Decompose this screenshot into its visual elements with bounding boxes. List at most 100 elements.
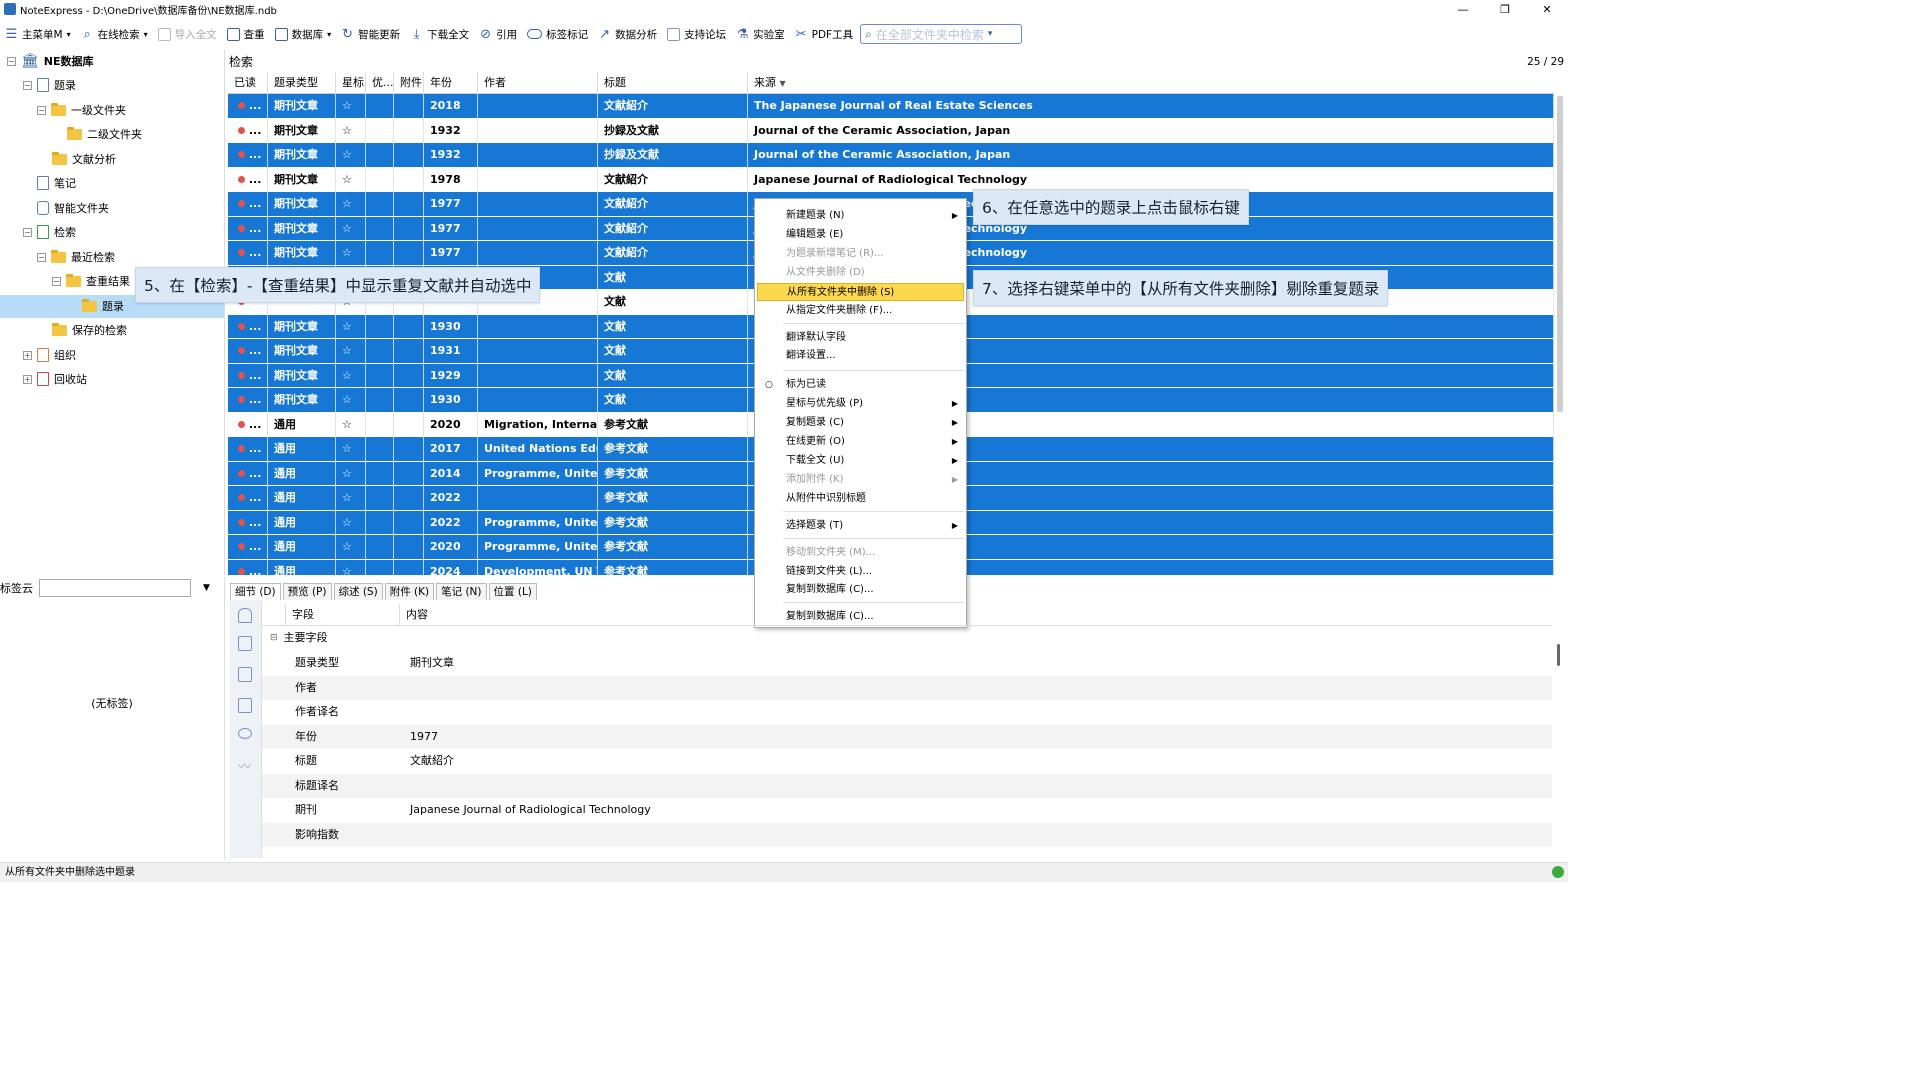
close-button[interactable]: ✕ (1526, 0, 1568, 18)
column-title[interactable]: 标题 (598, 72, 748, 94)
detail-field-row[interactable]: 作者 (262, 675, 1552, 700)
data-analysis-button[interactable]: ↗ 数据分析 (593, 23, 662, 45)
collapse-toggle[interactable]: − (23, 227, 32, 237)
database-button[interactable]: 数据库 ▾ (270, 23, 337, 45)
download-fulltext-button[interactable]: ⤓ 下载全文 (405, 23, 474, 45)
tree-item-folder-level2[interactable]: 二级文件夹 (67, 124, 142, 144)
tree-item-recent-search[interactable]: − 最近检索 (37, 247, 115, 267)
star-icon[interactable]: ☆ (342, 393, 352, 406)
star-icon[interactable]: ☆ (342, 369, 352, 382)
star-icon[interactable]: ☆ (342, 173, 352, 186)
tree-item-smart-folder[interactable]: 智能文件夹 (37, 198, 109, 218)
tab-preview[interactable]: 预览 (P) (282, 583, 332, 600)
maximize-button[interactable]: ❐ (1484, 0, 1526, 18)
star-icon[interactable]: ☆ (342, 565, 352, 576)
star-icon[interactable]: ☆ (342, 516, 352, 529)
column-type[interactable]: 题录类型 (268, 72, 336, 94)
forum-button[interactable]: 支持论坛 (662, 23, 731, 45)
detail-field-row[interactable]: 影响指数 (262, 822, 1552, 847)
column-star[interactable]: 星标 (336, 72, 366, 94)
import-fulltext-button[interactable]: 导入全文 (153, 23, 222, 45)
menu-item[interactable]: 复制题录 (C) ▶ (757, 414, 964, 432)
menu-item[interactable]: 选择题录 (T) ▶ (757, 517, 964, 535)
menu-item[interactable]: 从指定文件夹删除 (F)... (757, 302, 964, 320)
menu-item[interactable]: 移动到文件夹 (M)... (757, 544, 964, 562)
star-icon[interactable]: ☆ (342, 418, 352, 431)
column-read[interactable]: 已读 (228, 72, 268, 94)
menu-item[interactable]: 翻译设置... (757, 347, 964, 365)
pdf-tool-button[interactable]: ✂ PDF工具 (790, 23, 858, 45)
menu-item[interactable]: 新建题录 (N) ▶ (757, 207, 964, 225)
menu-item[interactable]: 链接到文件夹 (L)... (757, 563, 964, 581)
collapse-toggle[interactable]: − (37, 252, 46, 262)
tree-item-recycle-bin[interactable]: + 回收站 (23, 369, 87, 389)
expand-toggle[interactable]: + (23, 350, 32, 360)
star-icon[interactable]: ☆ (342, 344, 352, 357)
detail-field-row[interactable]: 年份 1977 (262, 724, 1552, 749)
menu-item[interactable]: ○ 标为已读 (757, 376, 964, 394)
star-icon[interactable]: ☆ (342, 99, 352, 112)
column-source[interactable]: 来源 ▼ (748, 72, 1554, 94)
table-row[interactable]: ... 期刊文章 ☆ 1978 文献紹介 Japanese Journal of Radi… (228, 167, 1554, 192)
star-icon[interactable]: ☆ (342, 467, 352, 480)
detail-group-main[interactable]: ⊟ 主要字段 (262, 626, 1552, 651)
table-row[interactable]: ... 期刊文章 ☆ 1932 抄録及文献 Journal of the Ceramic … (228, 143, 1554, 168)
cite-button[interactable]: ⊘ 引用 (474, 23, 522, 45)
chevron-down-icon[interactable]: ▼ (203, 583, 210, 593)
chevron-down-icon[interactable]: ▾ (988, 29, 993, 39)
detail-field-row[interactable]: 作者译名 (262, 700, 1552, 725)
menu-item[interactable]: 在线更新 (O) ▶ (757, 433, 964, 451)
tree-item-literature-analysis[interactable]: 文献分析 (52, 149, 116, 169)
menu-item[interactable]: 添加附件 (K) ▶ (757, 471, 964, 489)
column-author[interactable]: 作者 (478, 72, 598, 94)
menu-item[interactable]: 星标与优先级 (P) ▶ (757, 395, 964, 413)
tag-mark-button[interactable]: 标签标记 (522, 23, 593, 45)
detail-scrollbar[interactable] (1557, 644, 1560, 666)
column-year[interactable]: 年份 (424, 72, 478, 94)
star-icon[interactable]: ☆ (342, 124, 352, 137)
online-search-button[interactable]: ⌕ 在线检索 ▾ (76, 23, 153, 45)
menu-item[interactable]: 从文件夹删除 (D) (757, 264, 964, 282)
lab-button[interactable]: ⚗ 实验室 (731, 23, 790, 45)
document-icon[interactable] (238, 636, 252, 651)
tree-item-search[interactable]: − 检索 (23, 222, 76, 242)
menu-item[interactable]: 复制到数据库 (C)... (757, 581, 964, 599)
grid-scrollbar[interactable] (1557, 96, 1563, 412)
star-icon[interactable]: ☆ (342, 320, 352, 333)
star-icon[interactable]: ☆ (342, 491, 352, 504)
menu-item[interactable]: 翻译默认字段 (757, 329, 964, 347)
tab-location[interactable]: 位置 (L) (488, 583, 537, 600)
duplicate-check-button[interactable]: 查重 (222, 23, 270, 45)
column-priority[interactable]: 优... (366, 72, 394, 94)
collapse-toggle[interactable]: − (52, 276, 61, 286)
star-icon[interactable]: ☆ (342, 148, 352, 161)
copy-icon[interactable] (238, 667, 252, 682)
tab-details[interactable]: 细节 (D) (230, 583, 281, 600)
expand-toggle[interactable]: + (23, 374, 32, 384)
star-icon[interactable]: ☆ (342, 540, 352, 553)
collapse-toggle[interactable]: − (7, 56, 16, 66)
tree-item-notes[interactable]: 笔记 (37, 173, 76, 193)
tree-item-organize[interactable]: + 组织 (23, 345, 76, 365)
menu-item[interactable]: 从附件中识别标题 (757, 490, 964, 508)
folder-search-input[interactable]: ⌕ 在全部文件夹中检索 ▾ (860, 24, 1023, 44)
tree-root[interactable]: − 🏛 NE数据库 (7, 51, 94, 71)
menu-item[interactable]: 下载全文 (U) ▶ (757, 452, 964, 470)
collapse-toggle[interactable]: − (37, 105, 46, 115)
collapse-toggle[interactable]: − (23, 80, 32, 90)
eye-icon[interactable] (238, 728, 252, 739)
minimize-button[interactable]: — (1442, 0, 1484, 18)
column-attachment[interactable]: 附件 (394, 72, 424, 94)
detail-field-row[interactable]: 标题 文献紹介 (262, 749, 1552, 774)
star-icon[interactable]: ☆ (342, 197, 352, 210)
tab-summary[interactable]: 综述 (S) (333, 583, 383, 600)
menu-item[interactable]: 为题录新增笔记 (R)... (757, 245, 964, 263)
star-icon[interactable]: ☆ (342, 246, 352, 259)
tag-filter-input[interactable] (39, 579, 191, 597)
tree-item-records[interactable]: − 题录 (23, 75, 76, 95)
tree-item-saved-search[interactable]: 保存的检索 (52, 320, 127, 340)
tree-item-duplicate-results[interactable]: − 查重结果 (52, 271, 130, 291)
main-menu-button[interactable]: ☰ 主菜单M ▾ (0, 23, 76, 45)
table-row[interactable]: ... 期刊文章 ☆ 1932 抄録及文献 Journal of the Ceramic … (228, 118, 1554, 143)
tab-attachments[interactable]: 附件 (K) (384, 583, 435, 600)
